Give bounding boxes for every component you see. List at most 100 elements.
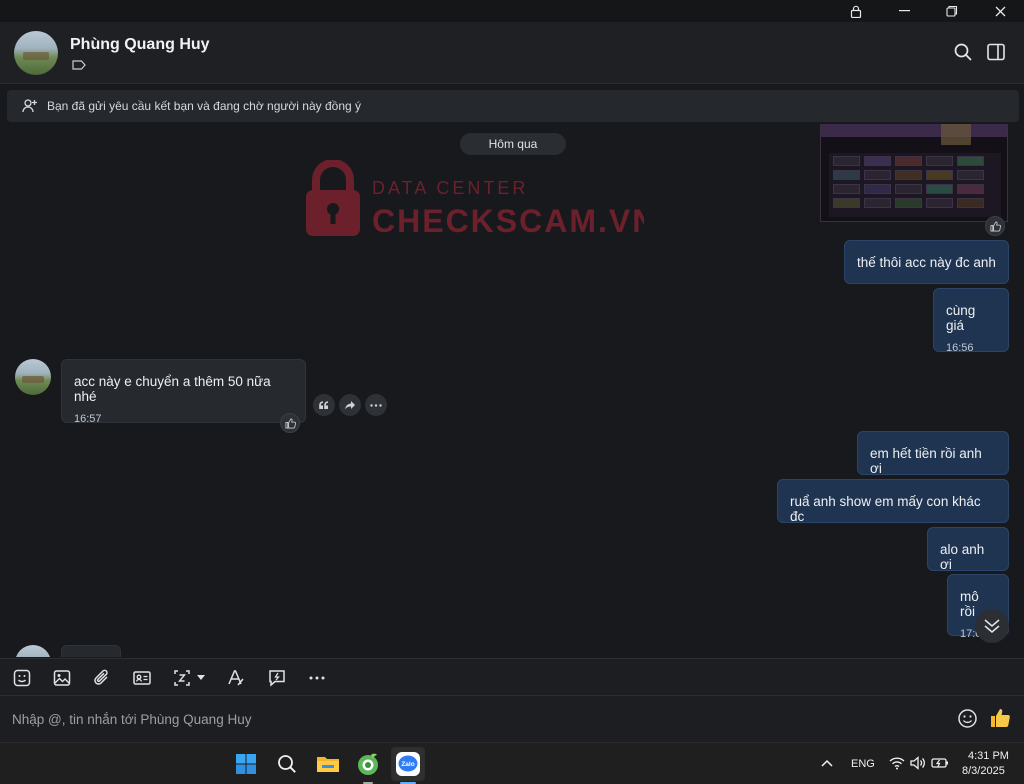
image-cell (957, 170, 984, 180)
sticker-icon[interactable] (12, 668, 32, 688)
coccoc-browser-icon (358, 753, 378, 775)
image-cell (833, 198, 860, 208)
double-chevron-down-icon (984, 619, 1000, 634)
react-like-button[interactable] (280, 413, 300, 433)
message-bubble-outgoing[interactable]: thế thôi acc này đc anh (844, 240, 1009, 284)
search-icon (278, 755, 296, 773)
taskbar-coccoc-browser[interactable] (353, 749, 383, 779)
contact-card-icon[interactable] (132, 668, 152, 688)
text-format-icon[interactable] (226, 668, 246, 688)
taskbar-file-explorer[interactable] (313, 749, 343, 779)
image-icon[interactable] (52, 668, 72, 688)
image-grid (829, 153, 1001, 217)
message-input[interactable] (12, 706, 932, 732)
message-bubble-outgoing[interactable]: ruẩ anh show em mấy con khác đc (777, 479, 1009, 524)
thumbs-up-send-icon[interactable] (989, 707, 1011, 729)
minimize-icon[interactable] (880, 0, 928, 22)
attachment-icon[interactable] (92, 668, 112, 688)
composer-toolbar (0, 658, 1024, 696)
message-text: thế thôi acc này đc anh (857, 255, 996, 270)
taskbar-search-button[interactable] (272, 749, 302, 779)
forward-icon (345, 401, 355, 410)
watermark-line1: DATA CENTER (372, 178, 528, 198)
more-dots-icon (370, 403, 382, 407)
friend-request-notice: Bạn đã gửi yêu cầu kết bạn và đang chờ n… (7, 90, 1019, 122)
image-cell (895, 184, 922, 194)
add-friend-icon (22, 99, 37, 113)
image-cell (957, 184, 984, 194)
image-cell (864, 170, 891, 180)
tray-chevron-up-icon[interactable] (821, 758, 833, 768)
image-cell (864, 156, 891, 166)
notice-text: Bạn đã gửi yêu cầu kết bạn và đang chờ n… (47, 99, 362, 113)
message-text: ruẩ anh show em mấy con khác đc (790, 494, 981, 524)
sender-avatar[interactable] (15, 359, 51, 395)
message-time: 16:57 (74, 413, 102, 425)
window-title-bar (0, 0, 1024, 22)
taskbar-zalo[interactable]: Zalo (391, 747, 425, 781)
react-like-button[interactable] (985, 216, 1005, 236)
message-bubble-incoming[interactable]: acc này e chuyển a thêm 50 nữa nhé 16:57 (61, 359, 306, 425)
image-cell (895, 156, 922, 166)
emoji-icon[interactable] (957, 708, 978, 729)
contact-name[interactable]: Phùng Quang Huy (70, 36, 210, 54)
image-cell (864, 184, 891, 194)
watermark-line2: CHECKSCAM.VN (372, 203, 644, 239)
clock-date[interactable]: 8/3/2025 (962, 765, 1005, 777)
sender-avatar[interactable] (15, 645, 51, 657)
shared-image[interactable] (820, 124, 1008, 222)
start-button[interactable] (231, 749, 261, 779)
zalo-app-icon: Zalo (396, 752, 420, 776)
thumbs-up-icon (990, 221, 1001, 231)
forward-button[interactable] (339, 394, 361, 416)
image-cell (926, 170, 953, 180)
image-cell (833, 156, 860, 166)
lock-icon[interactable] (832, 0, 880, 22)
message-bubble-incoming[interactable] (61, 645, 121, 657)
message-list[interactable]: Hôm qua DATA CENTER CHECKSCAM.VN thế thô… (0, 124, 1024, 657)
message-bubble-outgoing[interactable]: cùng giá 16:56 (933, 288, 1009, 354)
message-bubble-outgoing[interactable]: alo anh ơi (927, 527, 1009, 572)
message-bubble-outgoing[interactable]: em hết tiền rồi anh ơi (857, 431, 1009, 476)
composer (0, 696, 1024, 742)
image-cell (926, 156, 953, 166)
battery-icon[interactable] (931, 756, 949, 770)
image-character (941, 124, 971, 145)
clock-time[interactable]: 4:31 PM (968, 750, 1009, 762)
image-cell (895, 198, 922, 208)
image-cell (957, 156, 984, 166)
image-cell (864, 198, 891, 208)
windows-logo-icon (236, 754, 256, 774)
chat-header: Phùng Quang Huy (0, 22, 1024, 84)
image-cell (957, 198, 984, 208)
message-text: em hết tiền rồi anh ơi (870, 446, 982, 476)
image-cell (926, 198, 953, 208)
zalo-app-label: Zalo (401, 761, 414, 768)
quote-reply-button[interactable] (313, 394, 335, 416)
caret-down-icon[interactable] (196, 674, 206, 682)
thumbs-up-icon (285, 418, 296, 428)
quick-message-icon[interactable] (267, 668, 287, 688)
search-icon[interactable] (953, 42, 973, 62)
quote-icon (318, 400, 328, 409)
more-actions-button[interactable] (365, 394, 387, 416)
more-options-icon[interactable] (307, 668, 327, 688)
message-text: acc này e chuyển a thêm 50 nữa nhé (74, 374, 271, 404)
os-taskbar: Zalo ENG 4:31 PM 8/3/2025 (0, 742, 1024, 784)
scroll-to-bottom-button[interactable] (975, 609, 1009, 643)
sidebar-toggle-icon[interactable] (986, 42, 1006, 62)
date-divider: Hôm qua (460, 133, 566, 155)
image-cell (833, 170, 860, 180)
wifi-icon[interactable] (889, 756, 905, 770)
message-text: cùng giá (946, 303, 976, 333)
image-top-strip (821, 124, 1007, 137)
label-tag-icon[interactable] (72, 60, 86, 70)
image-cell (895, 170, 922, 180)
contact-avatar[interactable] (14, 31, 58, 75)
volume-icon[interactable] (910, 756, 926, 770)
input-language[interactable]: ENG (851, 758, 875, 770)
screenshot-icon[interactable] (172, 668, 192, 688)
close-icon[interactable] (976, 0, 1024, 22)
restore-icon[interactable] (928, 0, 976, 22)
folder-icon (317, 757, 339, 772)
